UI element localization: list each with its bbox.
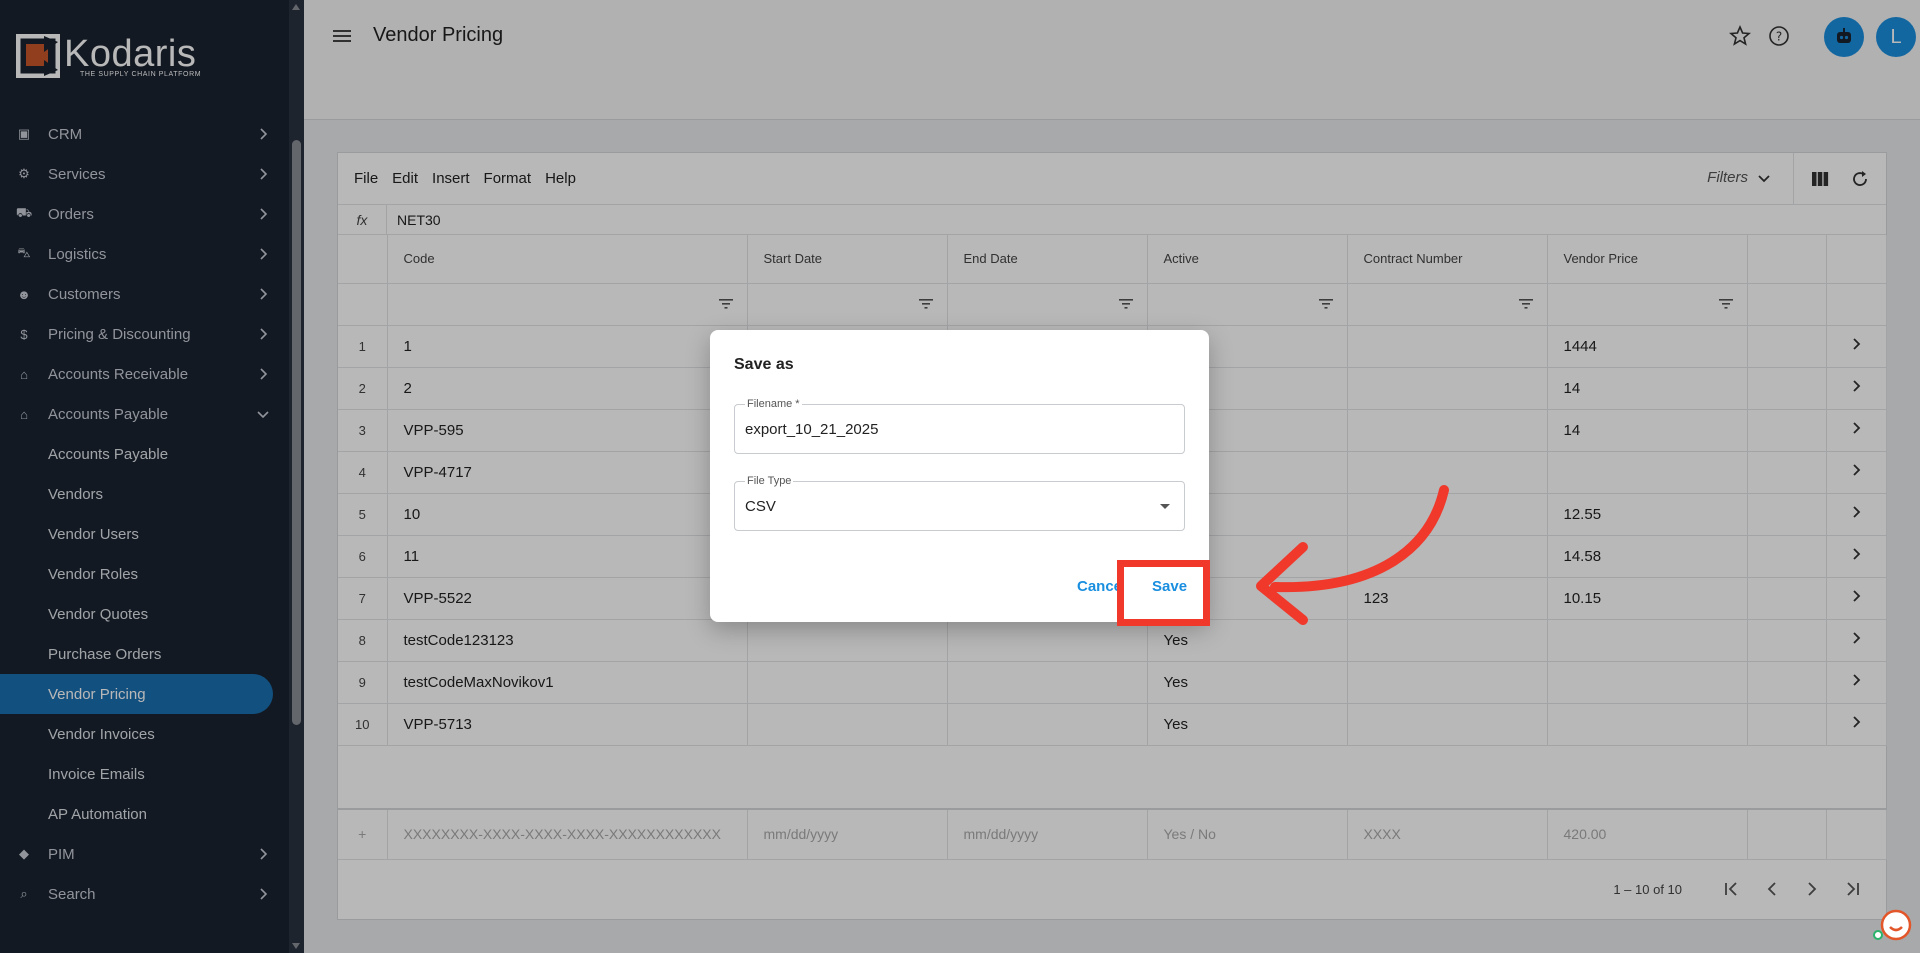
cancel-button[interactable]: Cancel — [1077, 578, 1117, 595]
annotation-arrow-icon — [1256, 485, 1449, 625]
file-type-label: File Type — [745, 475, 794, 487]
chat-support-icon[interactable] — [1872, 905, 1912, 945]
save-button-highlight — [1117, 560, 1210, 626]
filename-value[interactable]: export_10_21_2025 — [745, 421, 878, 438]
filename-label: Filename * — [745, 398, 802, 410]
file-type-value[interactable]: CSV — [745, 498, 776, 515]
filename-field[interactable]: Filename * export_10_21_2025 — [734, 398, 1185, 454]
dialog-title: Save as — [734, 356, 794, 373]
dropdown-caret-icon[interactable] — [1160, 504, 1170, 509]
file-type-select[interactable]: File Type CSV — [734, 475, 1185, 531]
